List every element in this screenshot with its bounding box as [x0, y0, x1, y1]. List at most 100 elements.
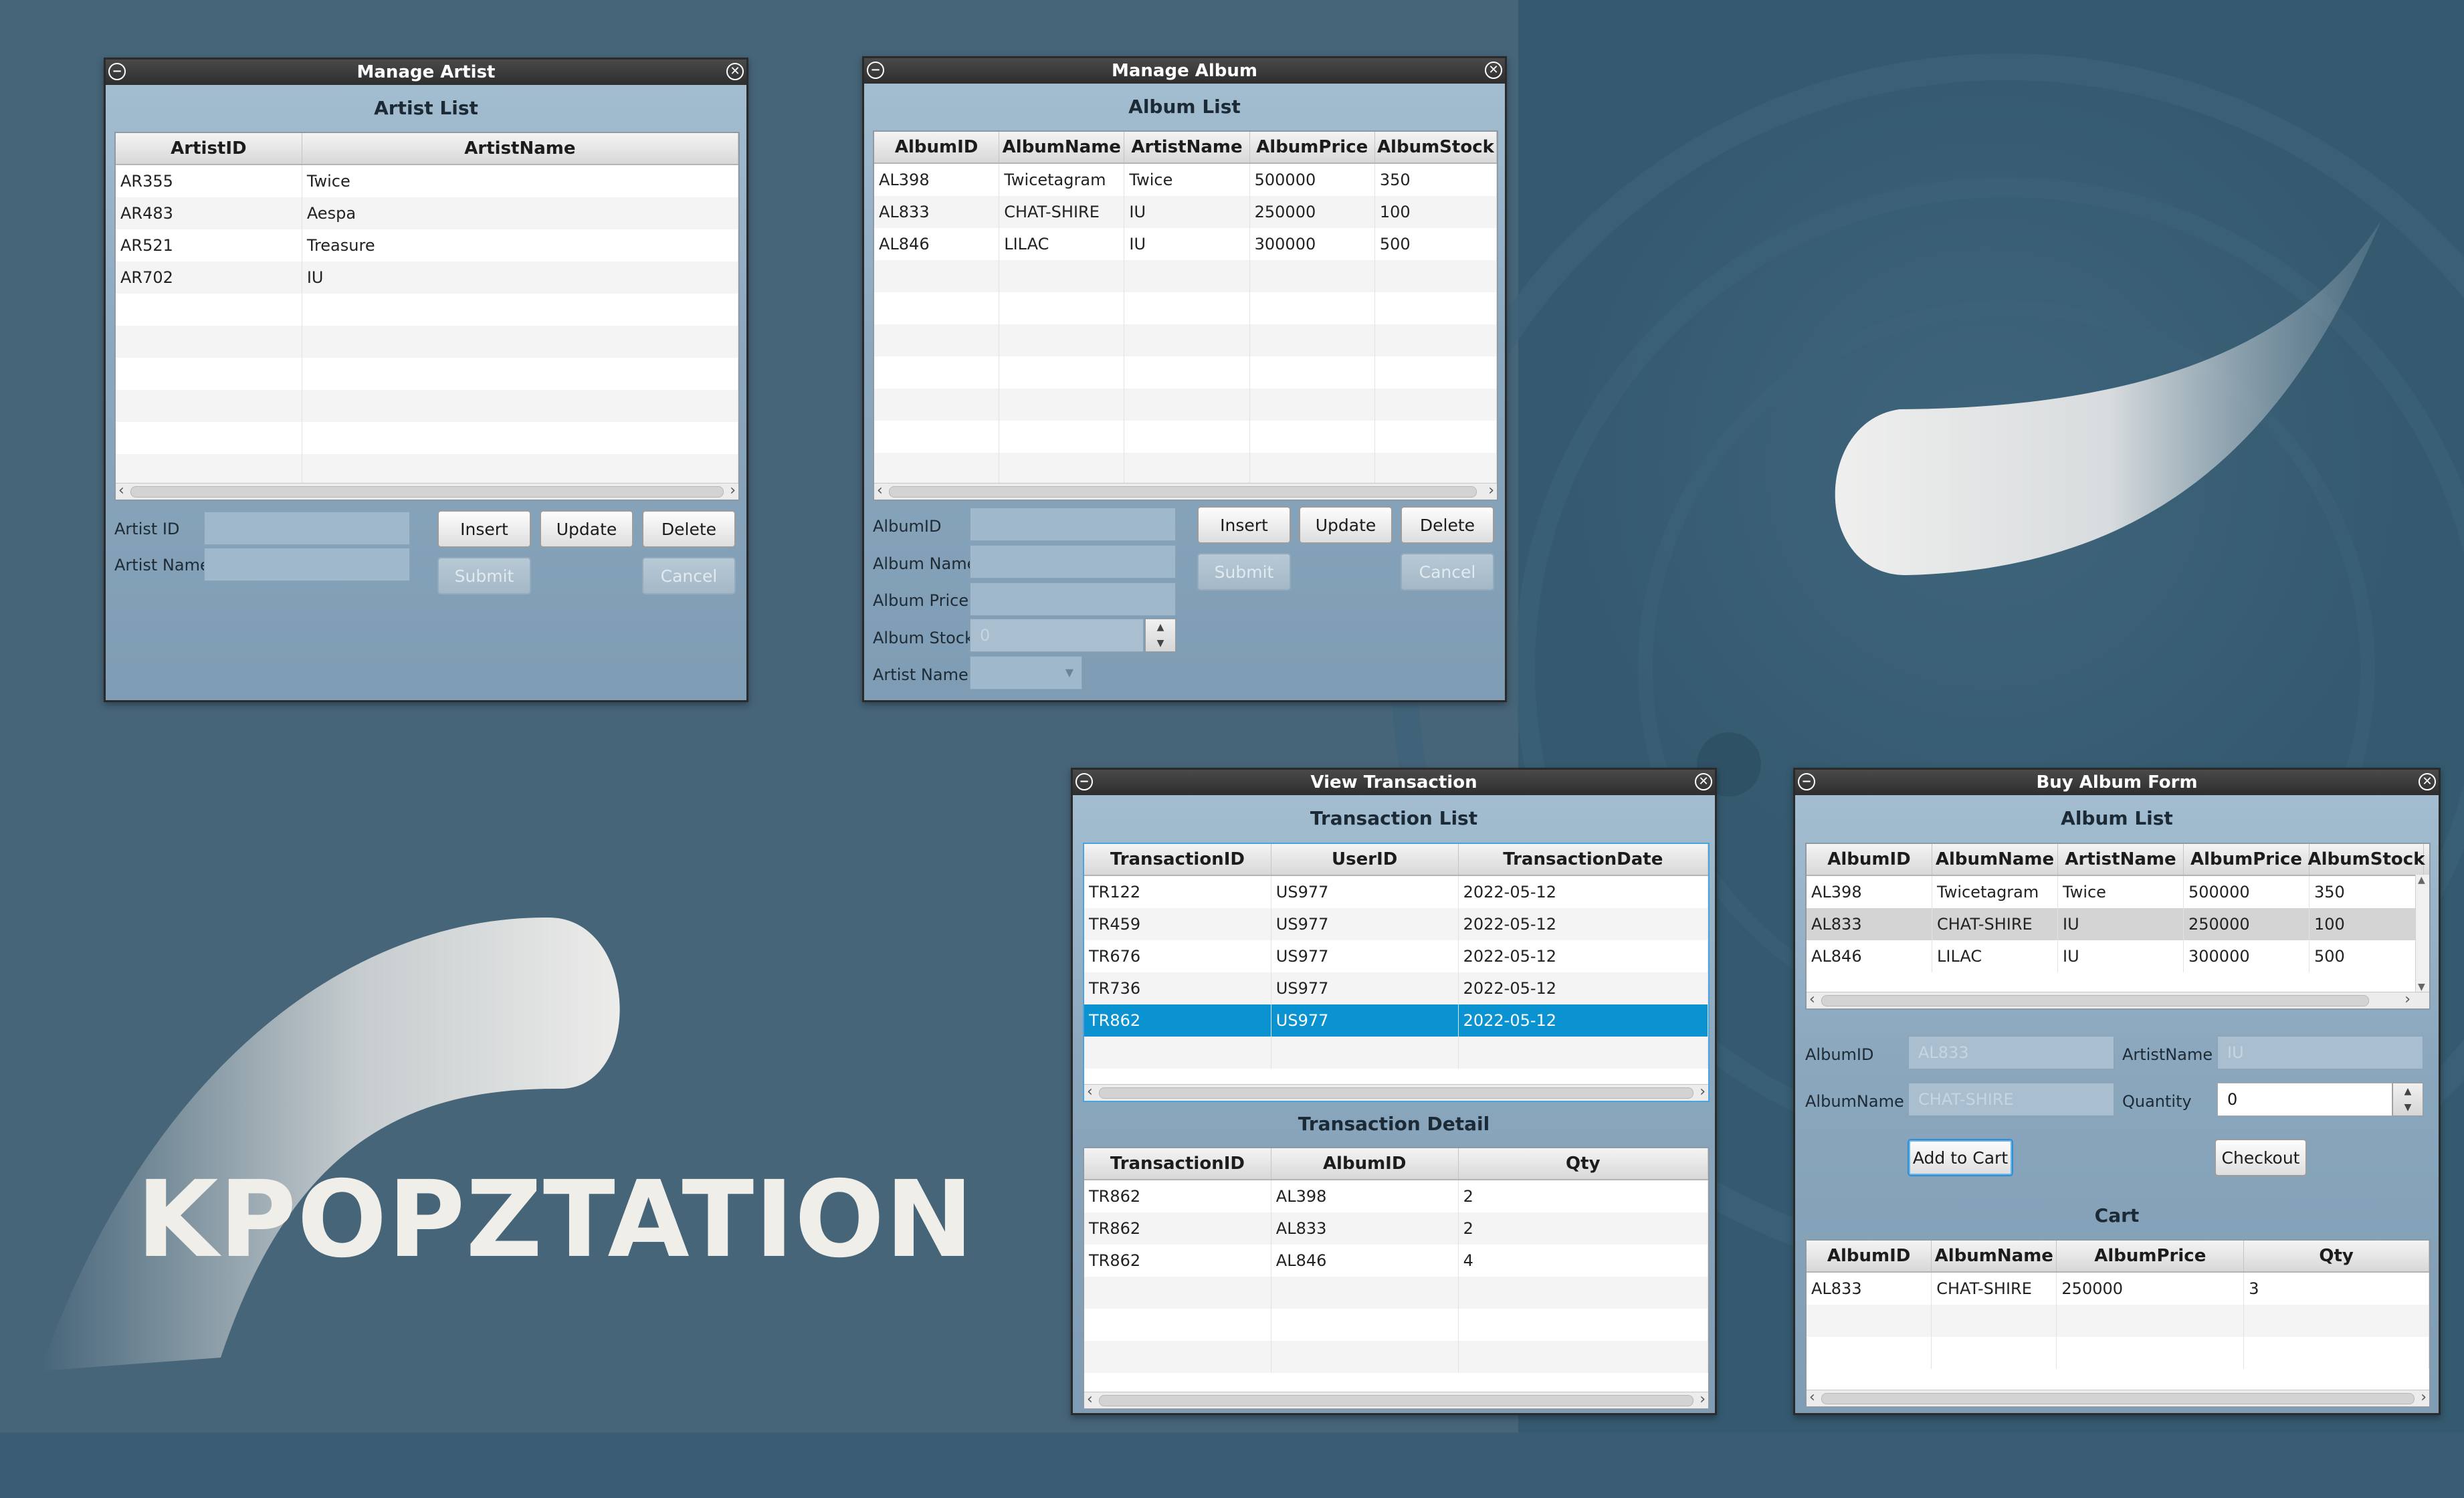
manage-artist-window[interactable]: − Manage Artist ✕ Artist List ArtistID A… — [104, 58, 748, 702]
scroll-thumb[interactable] — [1099, 1087, 1693, 1099]
vertical-scrollbar[interactable]: ▲ ▼ — [2415, 875, 2429, 992]
minimize-icon[interactable]: − — [867, 62, 884, 79]
scroll-right-icon[interactable]: › — [730, 484, 736, 498]
horizontal-scrollbar[interactable]: ‹ › — [1807, 1390, 2429, 1406]
manage-album-window[interactable]: − Manage Album ✕ Album List AlbumID Albu… — [862, 56, 1507, 702]
artist-name-combobox[interactable]: ▼ — [970, 656, 1082, 689]
transaction-detail-table[interactable]: TransactionID AlbumID Qty TR862 AL398 2 TR… — [1083, 1147, 1710, 1410]
scroll-thumb[interactable] — [1821, 1393, 2415, 1404]
close-icon[interactable]: ✕ — [2419, 773, 2436, 790]
column-header[interactable]: ArtistName — [1124, 132, 1250, 163]
scroll-left-icon[interactable]: ‹ — [118, 484, 124, 498]
add-to-cart-button[interactable]: Add to Cart — [1908, 1139, 2013, 1176]
table-row[interactable]: AL398 Twicetagram Twice 500000 350 — [874, 164, 1497, 196]
table-row[interactable]: TR862 AL846 4 — [1084, 1245, 1708, 1277]
stock-stepper-arrows[interactable]: ▲ ▼ — [1145, 619, 1176, 652]
chevron-down-icon[interactable]: ▼ — [2404, 1102, 2412, 1113]
column-header[interactable]: AlbumStock — [2308, 844, 2425, 875]
checkout-button[interactable]: Checkout — [2215, 1139, 2307, 1176]
column-header[interactable]: AlbumPrice — [1250, 132, 1375, 163]
delete-button[interactable]: Delete — [642, 510, 736, 548]
submit-button[interactable]: Submit — [1197, 553, 1291, 591]
chevron-up-icon[interactable]: ▲ — [2404, 1086, 2412, 1097]
album-id-field[interactable]: AL833 — [1908, 1036, 2114, 1069]
close-icon[interactable]: ✕ — [726, 63, 744, 80]
table-row[interactable]: AL398 Twicetagram Twice 500000 350 — [1807, 876, 2429, 908]
column-header[interactable]: AlbumPrice — [2057, 1241, 2245, 1271]
table-row[interactable]: AR702 IU — [116, 261, 738, 294]
column-header[interactable]: UserID — [1271, 844, 1459, 875]
column-header[interactable]: AlbumName — [1932, 1241, 2057, 1271]
minimize-icon[interactable]: − — [1075, 773, 1093, 790]
title-bar[interactable]: − Manage Artist ✕ — [106, 60, 746, 85]
minimize-icon[interactable]: − — [1798, 773, 1815, 790]
horizontal-scrollbar[interactable]: ‹ › — [874, 483, 1497, 500]
quantity-stepper-arrows[interactable]: ▲ ▼ — [2392, 1083, 2423, 1116]
column-header[interactable]: TransactionDate — [1459, 844, 1708, 875]
insert-button[interactable]: Insert — [437, 510, 531, 548]
chevron-down-icon[interactable]: ▼ — [2418, 982, 2425, 992]
transaction-table[interactable]: TransactionID UserID TransactionDate TR1… — [1083, 843, 1710, 1102]
minimize-icon[interactable]: − — [108, 63, 126, 80]
buy-album-window[interactable]: − Buy Album Form ✕ Album List AlbumID Al… — [1793, 768, 2441, 1415]
table-row[interactable]: AR521 Treasure — [116, 229, 738, 261]
table-row-selected[interactable]: TR862 US977 2022-05-12 — [1084, 1004, 1708, 1037]
table-row-highlighted[interactable]: AL833 CHAT-SHIRE IU 250000 100 — [1807, 908, 2429, 940]
chevron-up-icon[interactable]: ▲ — [2418, 875, 2425, 885]
cart-table[interactable]: AlbumID AlbumName AlbumPrice Qty AL833 CH… — [1805, 1239, 2431, 1408]
column-header[interactable]: AlbumStock — [1375, 132, 1497, 163]
horizontal-scrollbar[interactable]: ‹ › — [1807, 992, 2429, 1008]
column-header[interactable]: AlbumName — [999, 132, 1125, 163]
album-name-field[interactable] — [970, 545, 1176, 578]
artist-name-field[interactable]: IU — [2217, 1036, 2423, 1069]
scroll-thumb[interactable] — [889, 486, 1477, 498]
scroll-left-icon[interactable]: ‹ — [1087, 1085, 1093, 1099]
buy-album-table[interactable]: AlbumID AlbumName ArtistName AlbumPrice … — [1805, 843, 2431, 1010]
album-table[interactable]: AlbumID AlbumName ArtistName AlbumPrice … — [873, 130, 1498, 501]
column-header[interactable]: ArtistName — [302, 133, 738, 164]
column-header[interactable]: TransactionID — [1084, 1148, 1271, 1179]
table-row[interactable]: TR459 US977 2022-05-12 — [1084, 908, 1708, 940]
table-row[interactable]: AL833 CHAT-SHIRE IU 250000 100 — [874, 196, 1497, 228]
table-row[interactable]: AR483 Aespa — [116, 197, 738, 229]
horizontal-scrollbar[interactable]: ‹ › — [1084, 1392, 1708, 1408]
title-bar[interactable]: − Manage Album ✕ — [864, 58, 1505, 84]
quantity-stepper[interactable]: 0 — [2217, 1083, 2392, 1116]
column-header[interactable]: Qty — [1459, 1148, 1708, 1179]
table-row[interactable]: AL846 LILAC IU 300000 500 — [1807, 940, 2429, 972]
column-header[interactable]: AlbumID — [1271, 1148, 1459, 1179]
view-transaction-window[interactable]: − View Transaction ✕ Transaction List Tr… — [1071, 768, 1717, 1415]
scroll-left-icon[interactable]: ‹ — [1087, 1392, 1093, 1407]
submit-button[interactable]: Submit — [437, 557, 531, 595]
chevron-up-icon[interactable]: ▲ — [1157, 622, 1164, 633]
update-button[interactable]: Update — [540, 510, 633, 548]
column-header[interactable]: AlbumID — [1807, 844, 1932, 875]
delete-button[interactable]: Delete — [1401, 506, 1494, 544]
cancel-button[interactable]: Cancel — [1401, 553, 1494, 591]
scroll-thumb[interactable] — [1821, 995, 2369, 1006]
title-bar[interactable]: − Buy Album Form ✕ — [1795, 770, 2439, 795]
scroll-left-icon[interactable]: ‹ — [1809, 1390, 1815, 1405]
album-name-field[interactable]: CHAT-SHIRE — [1908, 1083, 2114, 1116]
scroll-thumb[interactable] — [130, 486, 724, 498]
close-icon[interactable]: ✕ — [1485, 62, 1502, 79]
album-id-field[interactable] — [970, 508, 1176, 541]
update-button[interactable]: Update — [1299, 506, 1393, 544]
column-header[interactable]: AlbumID — [1807, 1241, 1932, 1271]
scroll-left-icon[interactable]: ‹ — [877, 484, 883, 498]
table-row[interactable]: TR862 AL398 2 — [1084, 1180, 1708, 1212]
scroll-left-icon[interactable]: ‹ — [1809, 992, 1815, 1007]
insert-button[interactable]: Insert — [1197, 506, 1291, 544]
horizontal-scrollbar[interactable]: ‹ › — [116, 483, 738, 500]
column-header[interactable]: AlbumPrice — [2184, 844, 2309, 875]
table-row[interactable]: AL846 LILAC IU 300000 500 — [874, 228, 1497, 260]
column-header[interactable]: ArtistName — [2058, 844, 2184, 875]
column-header[interactable]: TransactionID — [1084, 844, 1271, 875]
table-row[interactable]: TR676 US977 2022-05-12 — [1084, 940, 1708, 972]
column-header[interactable]: ArtistID — [116, 133, 302, 164]
scroll-thumb[interactable] — [1099, 1395, 1693, 1406]
album-price-field[interactable] — [970, 582, 1176, 616]
artist-table[interactable]: ArtistID ArtistName AR355 Twice AR483 Aesp… — [114, 132, 740, 501]
close-icon[interactable]: ✕ — [1695, 773, 1712, 790]
column-header[interactable]: AlbumName — [1932, 844, 2058, 875]
